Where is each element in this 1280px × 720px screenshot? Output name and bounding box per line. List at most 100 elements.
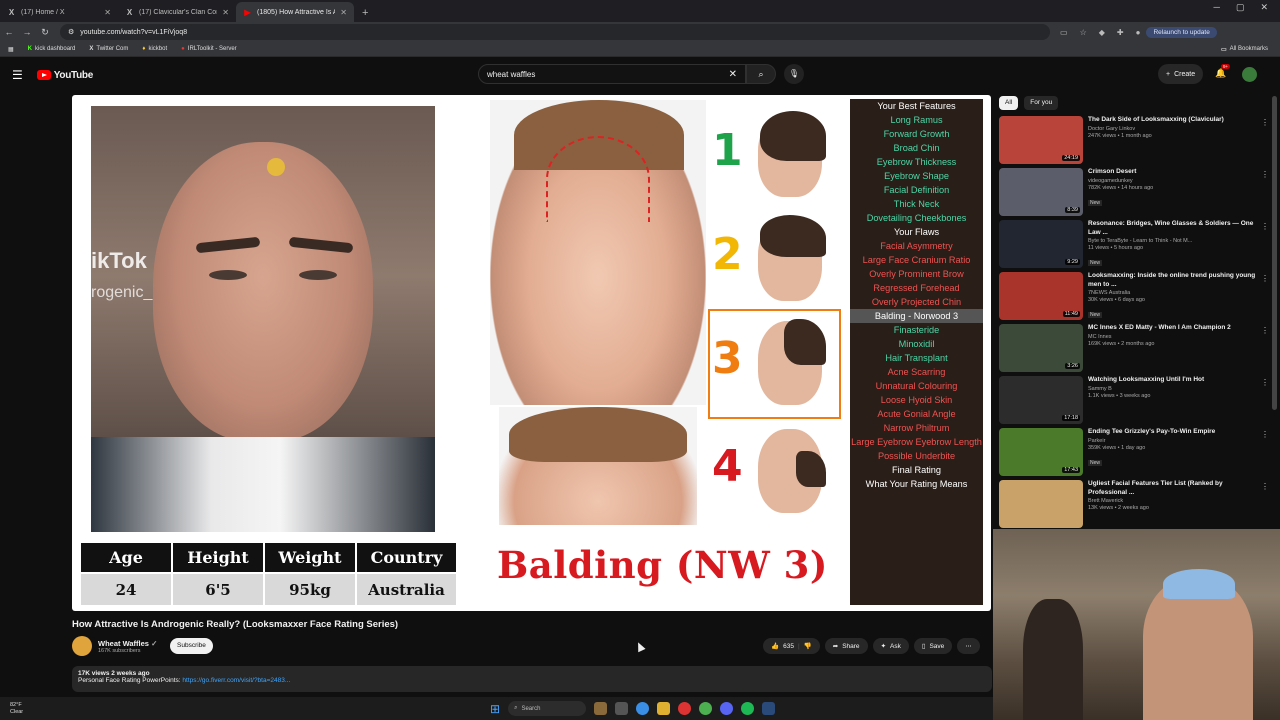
bookmark-kickbot[interactable]: ♦ kickbot: [142, 46, 167, 52]
bookmark-irltoolkit[interactable]: ● IRLToolkit - Server: [181, 46, 237, 52]
close-window-icon[interactable]: ✕: [1260, 2, 1268, 13]
hamburger-menu-icon[interactable]: ☰: [12, 68, 23, 82]
chip-all[interactable]: All: [999, 96, 1019, 110]
video-thumbnail[interactable]: [999, 480, 1083, 528]
task-view-icon[interactable]: [615, 702, 629, 715]
recommended-video[interactable]: 17:43 Ending Tee Grizzley's Pay-To-Win Em…: [999, 428, 1269, 478]
youtube-logo[interactable]: YouTube: [36, 70, 93, 81]
steam-icon[interactable]: [762, 702, 776, 715]
edge-icon[interactable]: [636, 702, 650, 715]
search-input[interactable]: wheat waffles ✕: [478, 64, 746, 84]
weather-widget[interactable]: 82°F Clear: [10, 702, 23, 716]
kebab-menu-icon[interactable]: ⋮: [1261, 274, 1269, 283]
profile-icon[interactable]: ●: [1136, 28, 1141, 37]
video-title[interactable]: Ending Tee Grizzley's Pay-To-Win Empire: [1088, 428, 1258, 437]
video-thumbnail[interactable]: 9:29: [999, 220, 1083, 268]
description-link[interactable]: https://go.fiverr.com/visit/?bta=2483...: [182, 677, 290, 684]
subscribe-button[interactable]: Subscribe: [170, 638, 213, 654]
more-options-button[interactable]: ⋯: [957, 638, 980, 654]
video-channel[interactable]: Byte to TeraByte - Learn to Think - Not …: [1088, 238, 1258, 244]
video-thumbnail[interactable]: 3:26: [999, 324, 1083, 372]
cast-icon[interactable]: ▭: [1060, 28, 1068, 37]
channel-name[interactable]: Wheat Waffles ✓: [98, 639, 157, 648]
extension-icon[interactable]: ◆: [1099, 28, 1105, 37]
video-thumbnail[interactable]: 17:18: [999, 376, 1083, 424]
video-thumbnail[interactable]: 24:19: [999, 116, 1083, 164]
minimize-icon[interactable]: ─: [1214, 2, 1220, 13]
close-tab-icon[interactable]: ✕: [222, 8, 229, 17]
reload-icon[interactable]: ↻: [36, 27, 54, 38]
maximize-icon[interactable]: ▢: [1236, 2, 1245, 13]
kebab-menu-icon[interactable]: ⋮: [1261, 222, 1269, 231]
kebab-menu-icon[interactable]: ⋮: [1261, 378, 1269, 387]
channel-avatar[interactable]: [72, 636, 92, 656]
video-thumbnail[interactable]: 17:43: [999, 428, 1083, 476]
kebab-menu-icon[interactable]: ⋮: [1261, 430, 1269, 439]
chip-for-you[interactable]: For you: [1024, 96, 1059, 110]
browser-tab-3[interactable]: ▶ (1805) How Attractive Is An... ✕: [236, 2, 354, 22]
bookmark-kick-dashboard[interactable]: Kkick dashboard: [28, 46, 76, 52]
avatar[interactable]: [1242, 67, 1257, 82]
puzzle-icon[interactable]: ✚: [1117, 28, 1124, 37]
file-explorer-icon[interactable]: [657, 702, 671, 715]
recommended-video[interactable]: 24:19 The Dark Side of Looksmaxxing (Clav…: [999, 116, 1269, 166]
share-button[interactable]: ➦ Share: [824, 638, 868, 654]
recommended-video[interactable]: Ugliest Facial Features Tier List (Ranke…: [999, 480, 1269, 530]
relaunch-button[interactable]: Relaunch to update: [1146, 26, 1217, 38]
like-button[interactable]: 👍 635 | 👎: [763, 638, 820, 654]
video-title[interactable]: Crimson Desert: [1088, 168, 1258, 177]
kebab-menu-icon[interactable]: ⋮: [1261, 118, 1269, 127]
recommended-video[interactable]: 9:29 Resonance: Bridges, Wine Glasses & S…: [999, 220, 1269, 270]
video-title[interactable]: The Dark Side of Looksmaxxing (Clavicula…: [1088, 116, 1258, 125]
app-icon[interactable]: [678, 702, 692, 715]
kebab-menu-icon[interactable]: ⋮: [1261, 170, 1269, 179]
star-icon[interactable]: ☆: [1080, 28, 1087, 37]
video-title[interactable]: Looksmaxxing: Inside the online trend pu…: [1088, 272, 1258, 289]
back-icon[interactable]: ←: [0, 27, 18, 37]
url-field[interactable]: ⚙ youtube.com/watch?v=vL1FiVjoq8: [60, 24, 1050, 40]
description-box[interactable]: 17K views 2 weeks ago Personal Face Rati…: [72, 666, 992, 692]
voice-search-button[interactable]: 🎙: [784, 64, 804, 84]
recommended-video[interactable]: 11:49 Looksmaxxing: Inside the online tre…: [999, 272, 1269, 322]
widget-icon[interactable]: [594, 702, 608, 715]
close-tab-icon[interactable]: ✕: [104, 8, 111, 17]
new-tab-button[interactable]: +: [354, 7, 376, 22]
save-button[interactable]: ▯ Save: [913, 638, 953, 654]
site-info-icon[interactable]: ⚙: [68, 28, 74, 36]
recommended-video[interactable]: 8:39 Crimson Desert videogamedunkey 782K vi…: [999, 168, 1269, 218]
video-title[interactable]: MC Innes X ED Matty - When I Am Champion…: [1088, 324, 1258, 333]
video-thumbnail[interactable]: 8:39: [999, 168, 1083, 216]
video-title[interactable]: Watching Looksmaxxing Until I'm Hot: [1088, 376, 1258, 385]
create-button[interactable]: + Create: [1158, 64, 1204, 84]
video-channel[interactable]: Sammy B: [1088, 386, 1258, 392]
taskbar-search[interactable]: ⌕ Search: [508, 701, 587, 716]
video-channel[interactable]: 7NEWS Australia: [1088, 290, 1258, 296]
windows-start-icon[interactable]: ⊞: [490, 702, 500, 716]
scrollbar[interactable]: [1272, 96, 1277, 410]
video-channel[interactable]: Brett Maverick: [1088, 498, 1258, 504]
video-thumbnail[interactable]: 11:49: [999, 272, 1083, 320]
notifications-button[interactable]: 🔔 9+: [1215, 64, 1231, 79]
thumbs-down-icon[interactable]: 👎: [804, 642, 812, 650]
video-player[interactable]: ikTok rogenic_ Age Height Weight Country…: [72, 95, 991, 611]
chrome-icon[interactable]: [699, 702, 713, 715]
close-tab-icon[interactable]: ✕: [340, 8, 347, 17]
recommended-video[interactable]: 17:18 Watching Looksmaxxing Until I'm Hot…: [999, 376, 1269, 426]
video-title[interactable]: Resonance: Bridges, Wine Glasses & Soldi…: [1088, 220, 1258, 237]
all-bookmarks[interactable]: ▭ All Bookmarks: [1221, 46, 1268, 53]
ask-button[interactable]: ✦ Ask: [872, 638, 909, 654]
kebab-menu-icon[interactable]: ⋮: [1261, 326, 1269, 335]
video-channel[interactable]: videogamedunkey: [1088, 178, 1258, 184]
video-channel[interactable]: Parkeir: [1088, 438, 1258, 444]
recommended-video[interactable]: 3:26 MC Innes X ED Matty - When I Am Cham…: [999, 324, 1269, 374]
clear-search-icon[interactable]: ✕: [729, 69, 737, 80]
spotify-icon[interactable]: [741, 702, 755, 715]
browser-tab-2[interactable]: X (17) Clavicular's Clan Communi... ✕: [118, 2, 236, 22]
browser-tab-1[interactable]: X (17) Home / X ✕: [0, 2, 118, 22]
kebab-menu-icon[interactable]: ⋮: [1261, 482, 1269, 491]
video-title[interactable]: Ugliest Facial Features Tier List (Ranke…: [1088, 480, 1258, 497]
forward-icon[interactable]: →: [18, 27, 36, 37]
apps-icon[interactable]: ▦: [8, 46, 14, 53]
bookmark-twitter[interactable]: X Twitter Com: [89, 46, 128, 52]
search-button[interactable]: ⌕: [746, 64, 776, 84]
